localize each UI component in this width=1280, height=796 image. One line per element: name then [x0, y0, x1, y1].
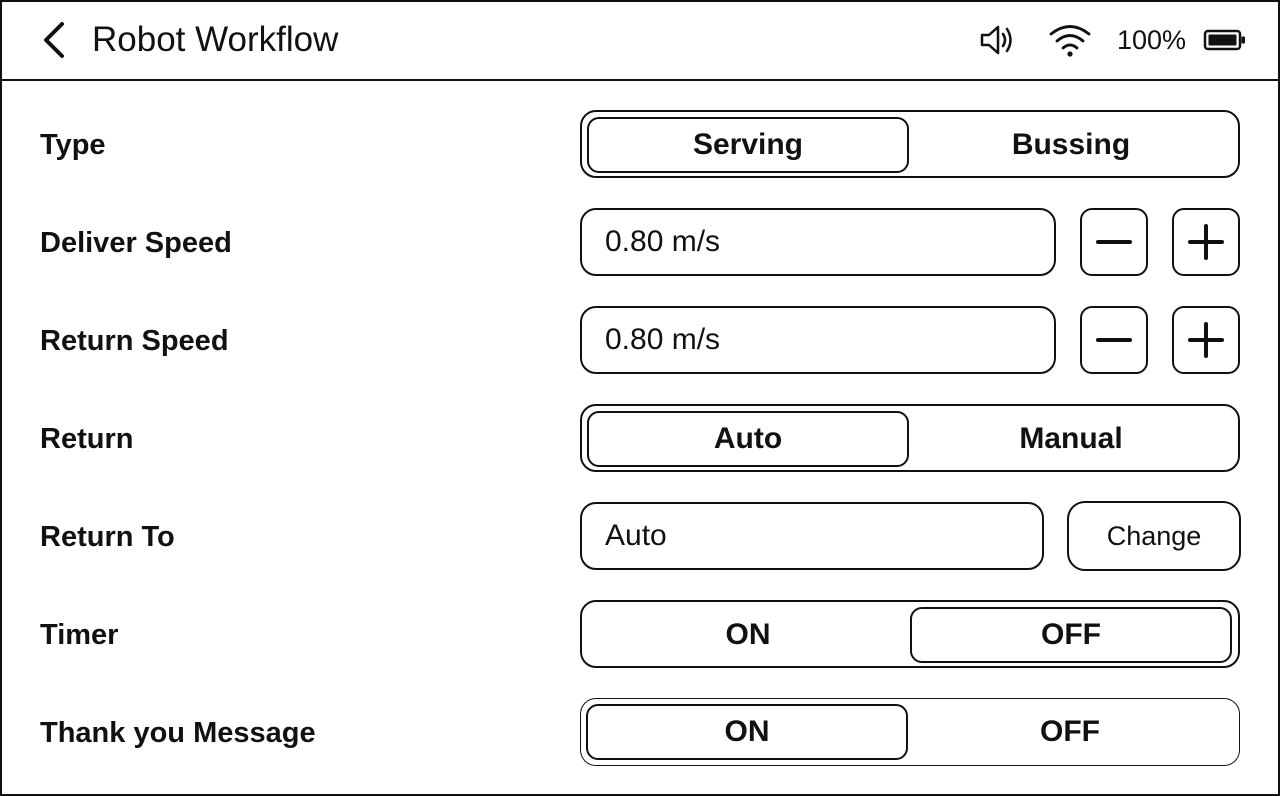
battery-fill — [1208, 34, 1237, 46]
back-button[interactable] — [34, 20, 74, 60]
minus-icon — [1096, 338, 1132, 342]
return-to-field[interactable]: Auto — [580, 502, 1044, 570]
type-toggle: Serving Bussing — [580, 110, 1240, 178]
wifi-icon — [1049, 25, 1091, 57]
thank-you-message-toggle: ON OFF — [580, 698, 1240, 766]
timer-option-on[interactable]: ON — [587, 607, 909, 663]
chevron-left-icon — [44, 22, 64, 58]
deliver-speed-increase-button[interactable] — [1172, 208, 1240, 276]
deliver-speed-decrease-button[interactable] — [1080, 208, 1148, 276]
type-option-serving[interactable]: Serving — [587, 117, 909, 173]
battery-percentage: 100% — [1117, 25, 1187, 55]
type-label: Type — [40, 129, 106, 161]
page-title: Robot Workflow — [92, 20, 339, 59]
return-speed-decrease-button[interactable] — [1080, 306, 1148, 374]
return-speed-field[interactable]: 0.80 m/s — [580, 306, 1056, 374]
return-toggle: Auto Manual — [580, 404, 1240, 472]
plus-icon — [1188, 224, 1224, 260]
thank-you-message-label: Thank you Message — [40, 717, 316, 749]
top-bar: Robot Workflow 100% — [0, 0, 1280, 81]
minus-icon — [1096, 240, 1132, 244]
wifi-status[interactable] — [1048, 20, 1092, 60]
battery-status — [1203, 20, 1247, 60]
return-speed-label: Return Speed — [40, 325, 229, 357]
timer-toggle: ON OFF — [580, 600, 1240, 668]
plus-icon — [1188, 322, 1224, 358]
volume-button[interactable] — [979, 20, 1017, 60]
return-option-manual[interactable]: Manual — [910, 411, 1232, 467]
return-speed-increase-button[interactable] — [1172, 306, 1240, 374]
deliver-speed-field[interactable]: 0.80 m/s — [580, 208, 1056, 276]
return-label: Return — [40, 423, 134, 455]
thank-you-option-off[interactable]: OFF — [909, 704, 1231, 760]
deliver-speed-label: Deliver Speed — [40, 227, 232, 259]
timer-option-off[interactable]: OFF — [910, 607, 1232, 663]
return-to-label: Return To — [40, 521, 175, 553]
speaker-icon — [980, 25, 1012, 55]
timer-label: Timer — [40, 619, 119, 651]
thank-you-option-on[interactable]: ON — [586, 704, 908, 760]
battery-icon — [1203, 29, 1245, 51]
type-option-bussing[interactable]: Bussing — [910, 117, 1232, 173]
return-option-auto[interactable]: Auto — [587, 411, 909, 467]
change-button[interactable]: Change — [1067, 501, 1241, 571]
